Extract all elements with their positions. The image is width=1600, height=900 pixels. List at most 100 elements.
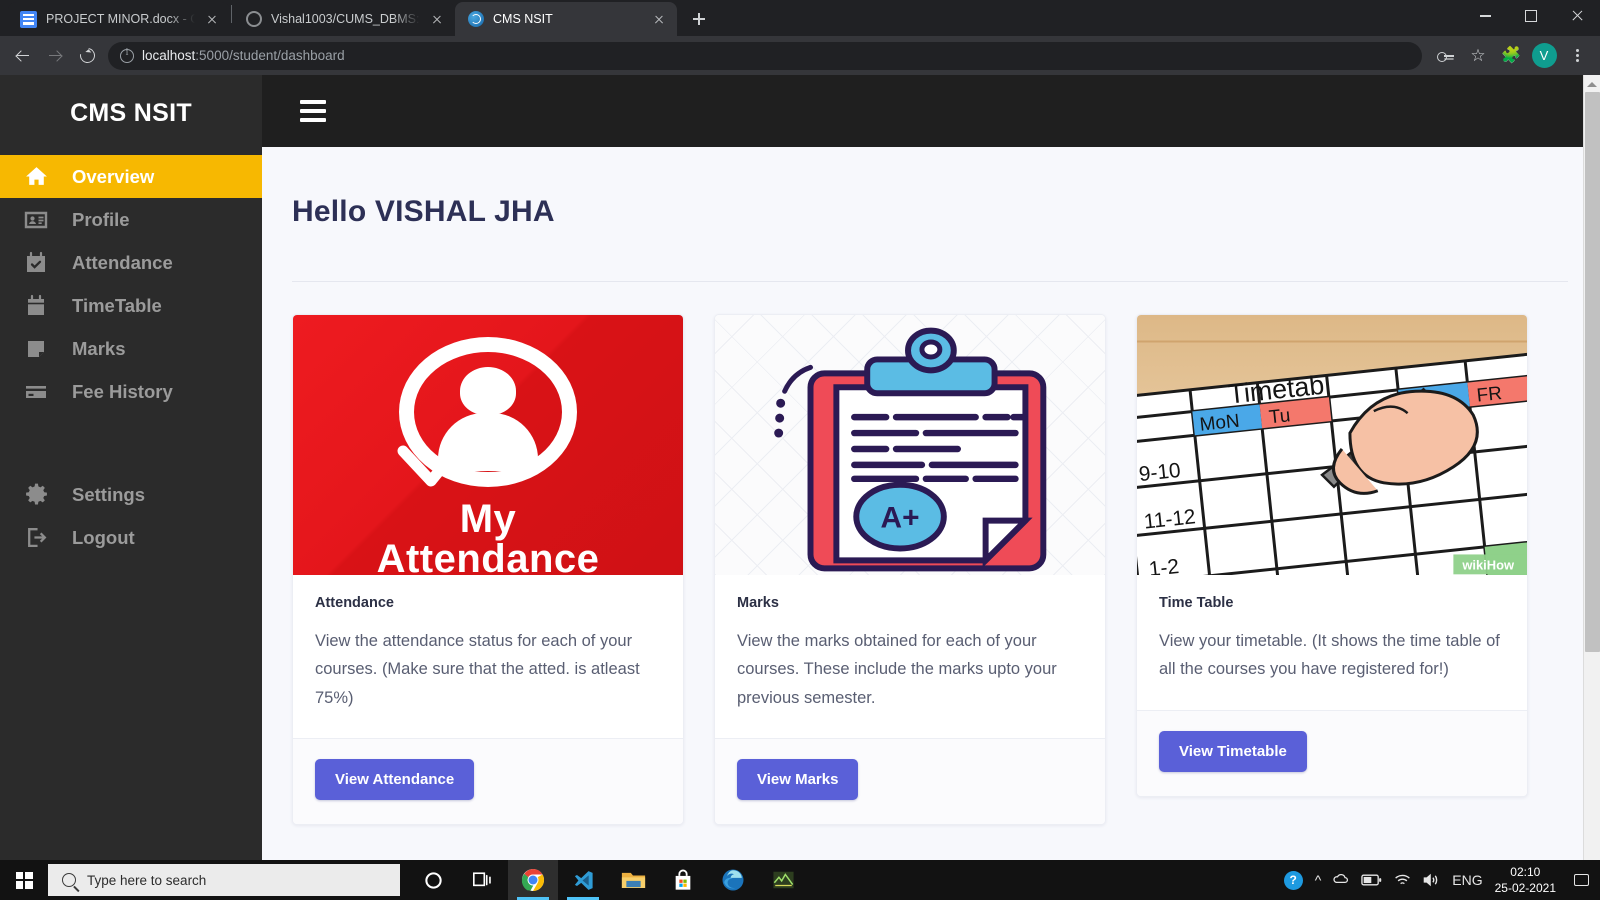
tab-divider — [231, 5, 232, 23]
url-host: localhost — [142, 48, 196, 63]
task-view-icon[interactable] — [458, 860, 508, 900]
card-body: Marks View the marks obtained for each o… — [715, 575, 1105, 738]
hamburger-icon[interactable] — [300, 100, 326, 122]
vs-code-icon[interactable] — [558, 860, 608, 900]
scrollbar-thumb[interactable] — [1585, 92, 1600, 652]
back-button[interactable] — [8, 41, 38, 71]
svg-text:Tu: Tu — [1268, 405, 1291, 428]
scroll-up-arrow[interactable] — [1584, 75, 1600, 92]
profile-button[interactable]: V — [1529, 41, 1559, 71]
github-icon — [245, 11, 262, 28]
card-description: View the attendance status for each of y… — [315, 632, 640, 707]
card-body: Time Table View your timetable. (It show… — [1137, 575, 1527, 710]
action-center-icon[interactable] — [1568, 860, 1594, 900]
svg-text:9-10: 9-10 — [1138, 459, 1182, 486]
site-info-icon[interactable] — [120, 47, 134, 63]
matlab-icon[interactable] — [758, 860, 808, 900]
sidebar-item-timetable[interactable]: TimeTable — [0, 284, 262, 327]
home-icon — [0, 164, 72, 189]
google-chrome-icon[interactable] — [508, 860, 558, 900]
maximize-button[interactable] — [1508, 0, 1554, 32]
file-explorer-icon[interactable] — [608, 860, 658, 900]
reload-button[interactable] — [72, 41, 102, 71]
extensions-button[interactable]: 🧩 — [1496, 41, 1526, 71]
view-marks-button[interactable]: View Marks — [737, 759, 859, 801]
card-attendance: My Attendance Attendance View the attend… — [292, 314, 684, 826]
dashboard-cards: My Attendance Attendance View the attend… — [292, 314, 1568, 826]
tab-strip: PROJECT MINOR.docx - Google D Vishal1003… — [0, 0, 1600, 36]
chrome-menu-button[interactable] — [1562, 41, 1592, 71]
sidebar-item-profile[interactable]: Profile — [0, 198, 262, 241]
language-indicator[interactable]: ENG — [1452, 872, 1482, 888]
minimize-button[interactable] — [1462, 0, 1508, 32]
battery-icon[interactable] — [1361, 874, 1382, 886]
calendar-check-icon — [0, 251, 72, 275]
card-marks: A+ Marks View the marks obtained for eac… — [714, 314, 1106, 826]
password-manager-button[interactable] — [1430, 41, 1460, 71]
card-timetable: Timetab MoN Tu FR 9-10 11-12 1-2 wikiHow… — [1136, 314, 1528, 797]
sidebar-item-label: Settings — [72, 483, 145, 505]
sidebar-item-label: Attendance — [72, 251, 173, 273]
page-scrollbar[interactable] — [1583, 75, 1600, 860]
close-icon[interactable] — [651, 11, 667, 27]
sidebar-item-fee-history[interactable]: Fee History — [0, 370, 262, 413]
sidebar-brand: CMS NSIT — [70, 98, 192, 127]
forward-button[interactable] — [40, 41, 70, 71]
attendance-logo-text: My Attendance — [293, 499, 683, 575]
new-tab-button[interactable] — [685, 5, 713, 33]
tab-title: Vishal1003/CUMS_DBMS: 🏫 A C — [271, 11, 420, 26]
taskbar-search-input[interactable]: Type here to search — [48, 864, 400, 896]
clipboard-grade-illustration: A+ — [715, 315, 1105, 575]
help-icon[interactable]: ? — [1283, 870, 1303, 890]
show-hidden-icons[interactable]: ^ — [1315, 872, 1322, 888]
volume-icon[interactable] — [1423, 873, 1440, 887]
svg-text:A+: A+ — [881, 502, 920, 535]
view-timetable-button[interactable]: View Timetable — [1159, 730, 1307, 772]
card-footer: View Marks — [715, 738, 1105, 825]
bookmark-star-icon: ☆ — [1470, 46, 1486, 65]
sidebar-item-marks[interactable]: Marks — [0, 327, 262, 370]
logout-icon — [0, 525, 72, 550]
sidebar: CMS NSIT Overview Profile Attendance Tim… — [0, 75, 262, 860]
tab-title: PROJECT MINOR.docx - Google D — [46, 12, 195, 26]
onedrive-icon[interactable] — [1333, 873, 1349, 887]
clock-time: 02:10 — [1510, 864, 1541, 879]
card-body: Attendance View the attendance status fo… — [293, 575, 683, 738]
card-title: Time Table — [1159, 595, 1234, 611]
sidebar-item-logout[interactable]: Logout — [0, 516, 262, 559]
address-bar[interactable]: localhost:5000/student/dashboard — [108, 41, 1422, 70]
tab-title: CMS NSIT — [493, 12, 553, 26]
logo-line-1: My — [459, 497, 517, 541]
wifi-icon[interactable] — [1394, 874, 1411, 887]
browser-toolbar: localhost:5000/student/dashboard ☆ 🧩 V — [0, 36, 1600, 75]
view-attendance-button[interactable]: View Attendance — [315, 759, 475, 801]
timetable-handwriting-illustration: Timetab MoN Tu FR 9-10 11-12 1-2 wikiHow — [1137, 315, 1527, 575]
svg-text:1-2: 1-2 — [1148, 555, 1180, 575]
bookmark-button[interactable]: ☆ — [1463, 41, 1493, 71]
svg-text:wikiHow: wikiHow — [1461, 557, 1515, 572]
close-window-button[interactable] — [1554, 0, 1600, 32]
windows-start-icon[interactable] — [0, 860, 48, 900]
close-icon[interactable] — [429, 11, 445, 27]
microsoft-edge-icon[interactable] — [708, 860, 758, 900]
logo-line-2: Attendance — [376, 537, 600, 575]
back-icon — [15, 48, 31, 64]
browser-tab-2[interactable]: Vishal1003/CUMS_DBMS: 🏫 A C — [233, 2, 455, 36]
microsoft-store-icon[interactable] — [658, 860, 708, 900]
card-footer: View Attendance — [293, 738, 683, 825]
divider — [292, 281, 1568, 282]
browser-tab-1[interactable]: PROJECT MINOR.docx - Google D — [8, 2, 230, 36]
svg-text:FR: FR — [1476, 383, 1503, 407]
credit-card-icon — [0, 380, 72, 404]
taskbar-apps — [408, 860, 808, 900]
password-key-icon — [1436, 47, 1454, 64]
cortana-icon[interactable] — [408, 860, 458, 900]
close-icon[interactable] — [204, 11, 220, 27]
taskbar-clock[interactable]: 02:10 25-02-2021 — [1495, 864, 1556, 896]
browser-tab-3-active[interactable]: CMS NSIT — [455, 2, 677, 36]
dashboard-content: Hello VISHAL JHA My Attendance Attendanc… — [262, 147, 1600, 826]
sidebar-item-settings[interactable]: Settings — [0, 473, 262, 516]
sidebar-item-label: Marks — [72, 337, 126, 359]
sidebar-item-attendance[interactable]: Attendance — [0, 241, 262, 284]
sidebar-item-overview[interactable]: Overview — [0, 155, 262, 198]
